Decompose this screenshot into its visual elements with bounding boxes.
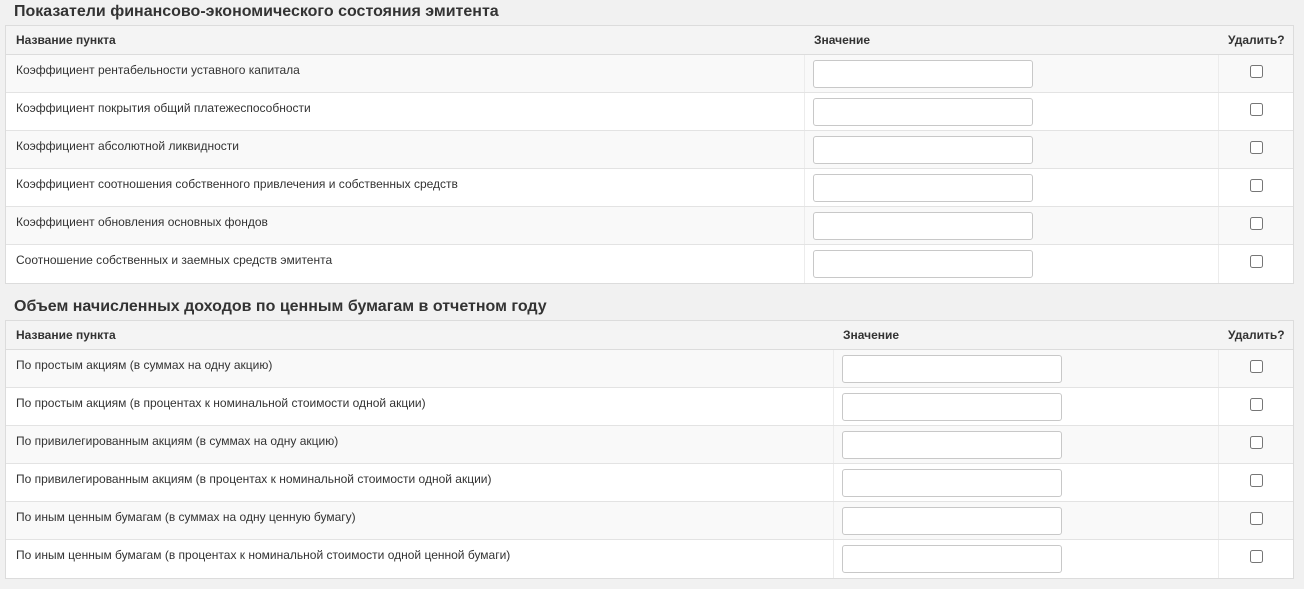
row-label: По иным ценным бумагам (в процентах к но… [16,548,511,562]
column-divider [804,245,805,283]
section-title: Объем начисленных доходов по ценным бума… [14,298,547,315]
column-divider [1218,350,1219,387]
table-body: Коэффициент рентабельности уставного кап… [6,55,1293,283]
column-divider [833,426,834,463]
column-divider [1218,426,1219,463]
row-label: По привилегированным акциям (в процентах… [16,472,492,486]
column-divider [1218,169,1219,206]
column-divider [1218,245,1219,283]
table-row: По иным ценным бумагам (в суммах на одну… [6,502,1293,540]
table-header: Название пункта Значение Удалить? [6,321,1293,350]
table-row: Коэффициент покрытия общий платежеспособ… [6,93,1293,131]
column-divider [833,350,834,387]
column-header-name: Название пункта [16,328,116,342]
table-row: Коэффициент абсолютной ликвидности [6,131,1293,169]
delete-checkbox[interactable] [1250,179,1263,192]
delete-checkbox[interactable] [1250,550,1263,563]
delete-checkbox[interactable] [1250,103,1263,116]
column-divider [1218,93,1219,130]
column-header-delete: Удалить? [1228,33,1285,47]
section-title: Показатели финансово-экономического сост… [14,3,499,20]
delete-checkbox[interactable] [1250,217,1263,230]
delete-checkbox[interactable] [1250,141,1263,154]
column-divider [1218,55,1219,92]
table-row: Коэффициент рентабельности уставного кап… [6,55,1293,93]
table-body: По простым акциям (в суммах на одну акци… [6,350,1293,578]
row-label: По привилегированным акциям (в суммах на… [16,434,339,448]
row-label: Коэффициент рентабельности уставного кап… [16,63,300,77]
value-input[interactable] [842,355,1062,383]
column-divider [804,169,805,206]
securities-income-table: Название пункта Значение Удалить? По про… [5,320,1294,579]
table-row: По иным ценным бумагам (в процентах к но… [6,540,1293,578]
column-divider [1218,464,1219,501]
column-divider [804,131,805,168]
column-header-value: Значение [814,33,871,47]
row-label: Коэффициент покрытия общий платежеспособ… [16,101,311,115]
row-label: Коэффициент абсолютной ликвидности [16,139,240,153]
table-row: По привилегированным акциям (в процентах… [6,464,1293,502]
value-input[interactable] [842,469,1062,497]
delete-checkbox[interactable] [1250,436,1263,449]
value-input[interactable] [813,212,1033,240]
table-row: По простым акциям (в суммах на одну акци… [6,350,1293,388]
column-divider [804,55,805,92]
delete-checkbox[interactable] [1250,398,1263,411]
value-input[interactable] [813,136,1033,164]
value-input[interactable] [813,60,1033,88]
row-label: По простым акциям (в суммах на одну акци… [16,358,273,372]
delete-checkbox[interactable] [1250,512,1263,525]
column-divider [833,540,834,578]
column-divider [804,207,805,244]
value-input[interactable] [813,250,1033,278]
column-divider [1218,207,1219,244]
delete-checkbox[interactable] [1250,360,1263,373]
row-label: По иным ценным бумагам (в суммах на одну… [16,510,356,524]
table-row: По привилегированным акциям (в суммах на… [6,426,1293,464]
row-label: Коэффициент соотношения собственного при… [16,177,458,191]
column-divider [833,464,834,501]
value-input[interactable] [813,174,1033,202]
column-divider [804,93,805,130]
table-row: Соотношение собственных и заемных средст… [6,245,1293,283]
column-divider [1218,388,1219,425]
table-header: Название пункта Значение Удалить? [6,26,1293,55]
value-input[interactable] [842,393,1062,421]
delete-checkbox[interactable] [1250,255,1263,268]
table-row: Коэффициент соотношения собственного при… [6,169,1293,207]
delete-checkbox[interactable] [1250,474,1263,487]
column-header-value: Значение [843,328,900,342]
column-divider [833,502,834,539]
column-header-delete: Удалить? [1228,328,1285,342]
table-row: Коэффициент обновления основных фондов [6,207,1293,245]
row-label: По простым акциям (в процентах к номинал… [16,396,426,410]
row-label: Соотношение собственных и заемных средст… [16,253,333,267]
value-input[interactable] [842,507,1062,535]
column-divider [1218,131,1219,168]
table-row: По простым акциям (в процентах к номинал… [6,388,1293,426]
value-input[interactable] [842,545,1062,573]
column-divider [1218,540,1219,578]
indicators-table: Название пункта Значение Удалить? Коэффи… [5,25,1294,284]
column-header-name: Название пункта [16,33,116,47]
delete-checkbox[interactable] [1250,65,1263,78]
column-divider [1218,502,1219,539]
value-input[interactable] [813,98,1033,126]
column-divider [833,388,834,425]
row-label: Коэффициент обновления основных фондов [16,215,268,229]
value-input[interactable] [842,431,1062,459]
